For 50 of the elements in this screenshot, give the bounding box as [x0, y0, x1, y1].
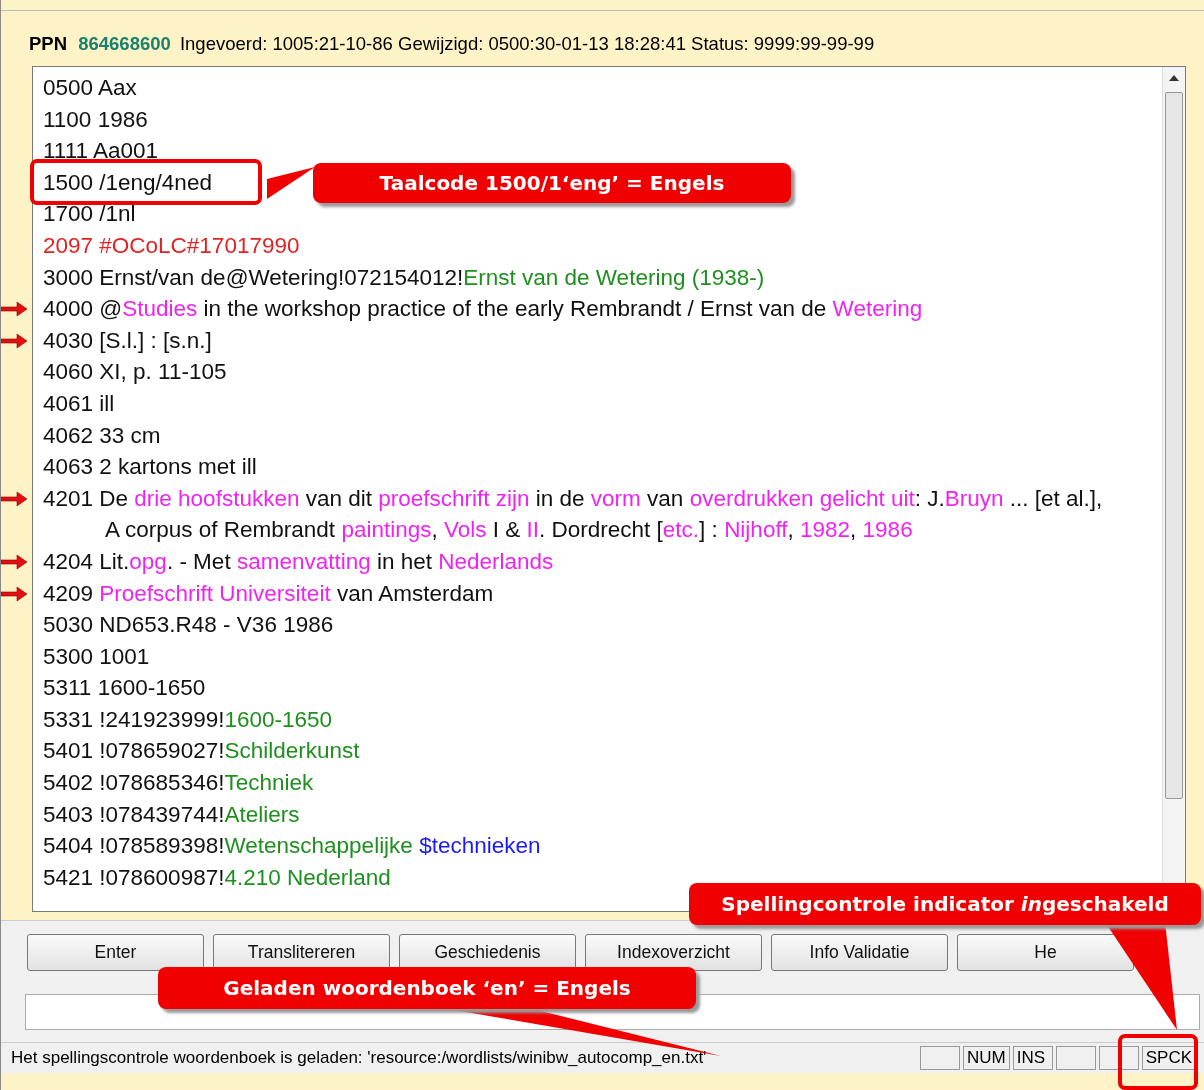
toolbar-button[interactable]: Indexoverzicht [585, 934, 762, 971]
ppn-label: PPN [29, 33, 68, 54]
arrow-icon [1, 553, 27, 570]
record-line: 3000 Ernst/van de@Wetering!072154012!Ernst van de Wetering (1938-) [43, 264, 765, 290]
record-line: 4062 33 cm [43, 422, 161, 448]
callout-text: Geladen woordenboek ‘en’ = Engels [223, 976, 631, 1000]
record-line: 1500 /1eng/4ned [43, 169, 212, 195]
record-line: 1700 /1nl [43, 201, 136, 227]
arrow-icon [1, 332, 27, 349]
status-panel [1098, 1046, 1139, 1070]
status-indicator: INS [1012, 1046, 1053, 1070]
callout-text: Spellingcontrole indicator ingeschakeld [721, 892, 1169, 916]
record-info: Ingevoerd: 1005:21-10-86 Gewijzigd: 0500:30-01-13 18:28:41 Status: 9999:99-99-99 [179, 33, 875, 54]
record-line: 5404 !078589398!Wetenschappelijke $technieken [43, 833, 541, 859]
toolbar-button[interactable]: Enter [27, 934, 204, 971]
record-line: 4063 2 kartons met ill [43, 454, 257, 480]
record-line: 5402 !078685346!Techniek [43, 770, 314, 796]
record-line: 4209 Proefschrift Universiteit van Amsterdam [43, 580, 494, 606]
record-line: 5030 ND653.R48 - V36 1986 [43, 612, 334, 638]
record-line: 5421 !078600987!4.210 Nederland [43, 864, 391, 890]
record-line: 4060 XI, p. 11-105 [43, 359, 227, 385]
record-line: 5300 1001 [43, 643, 150, 669]
record-line: 5311 1600-1650 [43, 675, 206, 701]
status-panel [920, 1046, 960, 1070]
record-line: A corpus of Rembrandt paintings, Vols I & II. Dordrecht [etc.] : Nijhoff, 1982, 1986 [105, 517, 913, 543]
record-line: 4000 @Studies in the workshop practice of the early Rembrandt / Ernst van de Wetering [43, 296, 923, 322]
arrow-icon [1, 301, 27, 318]
arrow-icon [1, 490, 27, 507]
toolbar-button[interactable]: Info Validatie [771, 934, 948, 971]
record-line: 5331 !241923999!1600-1650 [43, 706, 333, 732]
record-line: 1100 1986 [43, 106, 148, 132]
record-line: 1111 Aa001 [43, 138, 159, 164]
record-line: 4204 Lit.opg. - Met samenvatting in het Nederlands [43, 548, 554, 574]
callout-text: Taalcode 1500/1‘eng’ = Engels [379, 171, 725, 195]
record-line: 0500 Aax [43, 75, 137, 100]
arrow-icon [1, 585, 27, 602]
status-indicator: NUM [963, 1046, 1010, 1070]
status-panel [1055, 1046, 1096, 1070]
record-line: 4030 [S.l.] : [s.n.] [43, 327, 212, 353]
record-line: 5401 !078659027!Schilderkunst [43, 738, 360, 764]
toolbar-button[interactable]: He [957, 934, 1134, 971]
scroll-up-icon[interactable] [1169, 75, 1179, 81]
status-message: Het spellingscontrole woordenboek is geladen: 'resource:/wordlists/winibw_autocomp_en.txt' [11, 1048, 708, 1068]
record-line: 4061 ill [43, 390, 115, 416]
scroll-thumb[interactable] [1165, 92, 1183, 799]
record-line: 2097 #OCoLC#17017990 [43, 232, 300, 258]
record-line: 5403 !078439744!Ateliers [43, 801, 300, 827]
record-line: 4201 De drie hoofstukken van dit proefschrift zijn in de vorm van overdrukken gelicht uit: J.Bruyn ... [et al.], [43, 485, 1103, 511]
ppn-number: 864668600 [78, 33, 171, 54]
status-indicator: SPCK [1141, 1046, 1196, 1070]
